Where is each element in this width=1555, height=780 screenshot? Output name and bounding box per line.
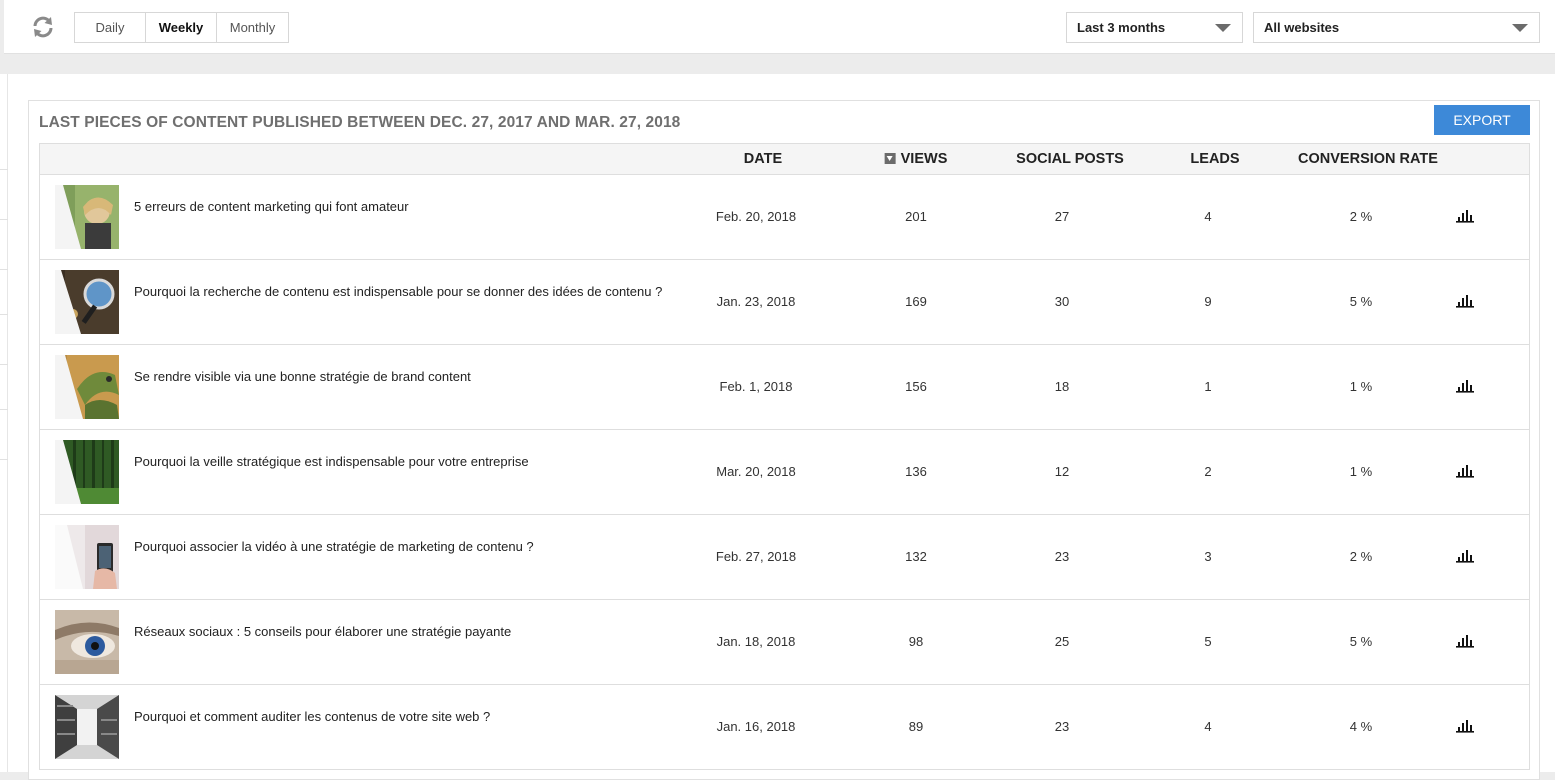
bar-chart-icon[interactable] [1456, 208, 1474, 223]
leads-cell: 4 [1204, 719, 1212, 734]
table-row: Pourquoi la veille stratégique est indis… [39, 430, 1530, 515]
export-button[interactable]: EXPORT [1434, 105, 1530, 135]
thumbnail-iguana[interactable] [55, 355, 119, 419]
conversion-rate-cell: 1 % [1349, 464, 1373, 479]
conversion-rate-cell: 5 % [1349, 294, 1373, 309]
conversion-rate-cell: 5 % [1349, 634, 1373, 649]
column-header-social-posts[interactable]: SOCIAL POSTS [1016, 144, 1124, 174]
views-cell: 89 [908, 719, 924, 734]
bar-chart-icon[interactable] [1456, 378, 1474, 393]
content-title-link[interactable]: 5 erreurs de content marketing qui font … [134, 199, 409, 214]
thumbnail-archive-shelves[interactable] [55, 695, 119, 759]
conversion-rate-cell: 2 % [1349, 549, 1373, 564]
leads-cell: 1 [1204, 379, 1212, 394]
table-row: Se rendre visible via une bonne stratégi… [39, 345, 1530, 430]
panel-title: LAST PIECES OF CONTENT PUBLISHED BETWEEN… [39, 114, 681, 131]
date-cell: Jan. 18, 2018 [716, 634, 796, 649]
social-posts-cell: 23 [1054, 719, 1070, 734]
views-cell: 132 [905, 549, 927, 564]
refresh-icon[interactable] [31, 15, 55, 39]
date-cell: Feb. 20, 2018 [715, 209, 797, 224]
content-title-link[interactable]: Pourquoi la recherche de contenu est ind… [134, 284, 662, 299]
social-posts-cell: 23 [1054, 549, 1070, 564]
content-table: DATE VIEWS SOCIAL POSTS LEADS CONVERSION… [39, 143, 1530, 770]
date-range-label: Last 3 months [1077, 20, 1166, 35]
left-sidebar-edge [0, 74, 8, 772]
social-posts-cell: 27 [1054, 209, 1070, 224]
content-report-panel: LAST PIECES OF CONTENT PUBLISHED BETWEEN… [28, 100, 1540, 780]
content-title-link[interactable]: Se rendre visible via une bonne stratégi… [134, 369, 471, 384]
content-title-link[interactable]: Pourquoi associer la vidéo à une stratég… [134, 539, 534, 554]
column-header-date[interactable]: DATE [744, 144, 782, 174]
views-cell: 169 [905, 294, 927, 309]
leads-cell: 5 [1204, 634, 1212, 649]
thumbnail-forest[interactable] [55, 440, 119, 504]
views-cell: 98 [908, 634, 924, 649]
date-cell: Feb. 1, 2018 [719, 379, 793, 394]
bar-chart-icon[interactable] [1456, 293, 1474, 308]
period-weekly-button[interactable]: Weekly [146, 13, 217, 42]
bar-chart-icon[interactable] [1456, 633, 1474, 648]
leads-cell: 2 [1204, 464, 1212, 479]
table-row: Pourquoi la recherche de contenu est ind… [39, 260, 1530, 345]
column-header-views-label: VIEWS [900, 151, 948, 167]
bar-chart-icon[interactable] [1456, 718, 1474, 733]
social-posts-cell: 18 [1054, 379, 1070, 394]
conversion-rate-cell: 1 % [1349, 379, 1373, 394]
period-monthly-button[interactable]: Monthly [217, 13, 288, 42]
date-cell: Jan. 23, 2018 [716, 294, 796, 309]
chevron-down-icon [1215, 24, 1231, 32]
views-cell: 201 [905, 209, 927, 224]
thumbnail-portrait[interactable] [55, 185, 119, 249]
conversion-rate-cell: 4 % [1349, 719, 1373, 734]
table-row: Réseaux sociaux : 5 conseils pour élabor… [39, 600, 1530, 685]
date-range-select[interactable]: Last 3 months [1066, 12, 1243, 43]
date-cell: Mar. 20, 2018 [716, 464, 796, 479]
top-toolbar: Daily Weekly Monthly Last 3 months All w… [4, 0, 1555, 54]
bar-chart-icon[interactable] [1456, 463, 1474, 478]
content-title-link[interactable]: Réseaux sociaux : 5 conseils pour élabor… [134, 624, 511, 639]
views-cell: 156 [905, 379, 927, 394]
content-title-link[interactable]: Pourquoi la veille stratégique est indis… [134, 454, 529, 469]
leads-cell: 4 [1204, 209, 1212, 224]
date-cell: Feb. 27, 2018 [715, 549, 797, 564]
table-row: Pourquoi associer la vidéo à une stratég… [39, 515, 1530, 600]
social-posts-cell: 12 [1054, 464, 1070, 479]
column-header-conversion-rate[interactable]: CONVERSION RATE [1298, 144, 1438, 174]
sort-desc-icon[interactable] [884, 153, 896, 164]
content-title-link[interactable]: Pourquoi et comment auditer les contenus… [134, 709, 490, 724]
views-cell: 136 [905, 464, 927, 479]
leads-cell: 9 [1204, 294, 1212, 309]
column-header-leads[interactable]: LEADS [1190, 144, 1239, 174]
chevron-down-icon [1512, 24, 1528, 32]
conversion-rate-cell: 2 % [1349, 209, 1373, 224]
website-label: All websites [1264, 20, 1340, 35]
social-posts-cell: 30 [1054, 294, 1070, 309]
leads-cell: 3 [1204, 549, 1212, 564]
table-row: Pourquoi et comment auditer les contenus… [39, 685, 1530, 770]
table-header: DATE VIEWS SOCIAL POSTS LEADS CONVERSION… [39, 143, 1530, 175]
social-posts-cell: 25 [1054, 634, 1070, 649]
thumbnail-magnifying-glass[interactable] [55, 270, 119, 334]
thumbnail-phone-video[interactable] [55, 525, 119, 589]
thumbnail-eye[interactable] [55, 610, 119, 674]
table-row: 5 erreurs de content marketing qui font … [39, 175, 1530, 260]
website-select[interactable]: All websites [1253, 12, 1540, 43]
period-daily-button[interactable]: Daily [75, 13, 146, 42]
bar-chart-icon[interactable] [1456, 548, 1474, 563]
column-header-views[interactable]: VIEWS [884, 144, 948, 174]
period-toggle: Daily Weekly Monthly [74, 12, 289, 43]
date-cell: Jan. 16, 2018 [716, 719, 796, 734]
